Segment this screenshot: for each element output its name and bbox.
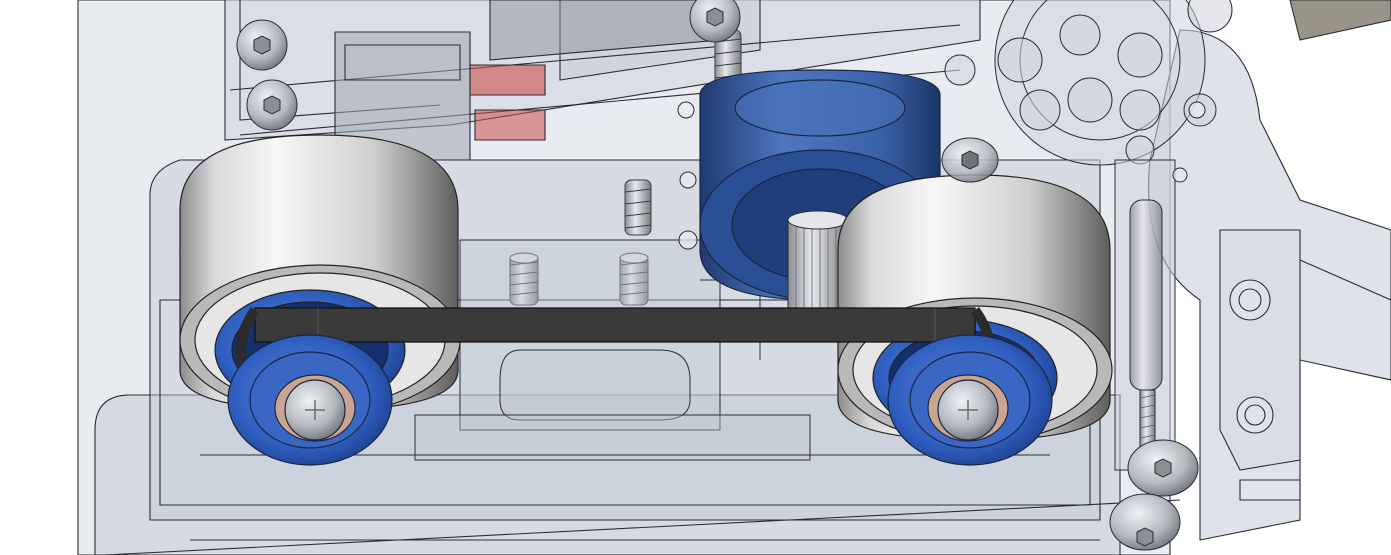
screw-6 [941, 137, 999, 183]
vertical-shaft [1114, 159, 1176, 471]
left-front-bearing [227, 334, 393, 466]
screw-1 [236, 19, 288, 71]
screw-2 [246, 79, 298, 131]
screw-5 [1109, 493, 1181, 551]
screw-4 [1127, 439, 1199, 497]
cad-assembly-render [0, 0, 1391, 555]
right-front-bearing [887, 334, 1053, 466]
spring-3 [624, 179, 652, 236]
cad-render-stage [0, 0, 1391, 555]
